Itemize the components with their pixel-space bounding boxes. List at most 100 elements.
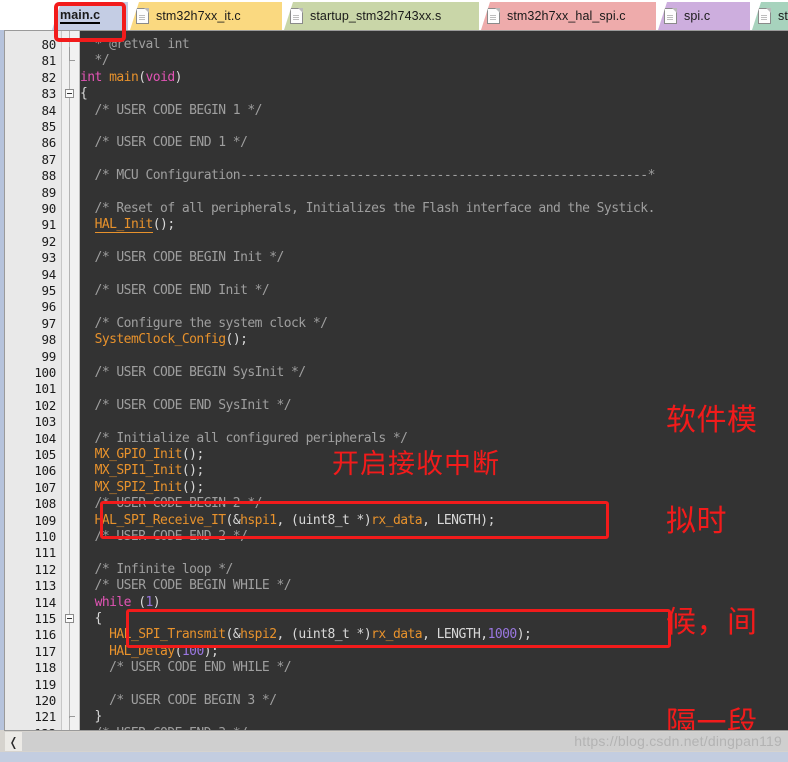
fold-end-marker <box>69 716 75 719</box>
code-token: /* Reset of all peripherals, Initializes… <box>80 201 656 216</box>
line-number: 106 <box>34 463 56 479</box>
line-number: 97 <box>41 315 57 331</box>
code-token: /* USER CODE END Init */ <box>80 283 270 298</box>
file-icon <box>758 8 771 24</box>
code-token: /* USER CODE END 2 */ <box>80 529 248 544</box>
code-token: HAL_Delay <box>109 643 175 659</box>
code-token: uint8_t <box>298 627 350 643</box>
line-number: 85 <box>41 119 57 134</box>
code-line: /* USER CODE END Init */ <box>80 283 270 299</box>
code-line: */ <box>80 53 110 69</box>
code-token: HAL_SPI_Receive_IT <box>94 512 227 528</box>
code-line: { <box>80 86 88 102</box>
line-number: 89 <box>41 184 57 200</box>
annotation-note-right-column: 软件模 拟时 候，间 隔一段 时间， 否则导 致从机 com8 挂掉 <box>666 337 758 762</box>
code-token: (); <box>181 447 204 462</box>
code-line: /* USER CODE BEGIN 3 */ <box>80 693 277 709</box>
code-token: ); <box>516 627 532 643</box>
file-icon <box>136 8 149 24</box>
code-token: 1000 <box>487 627 518 643</box>
tab-label: main.c <box>60 8 101 24</box>
tab-label: st <box>778 9 788 23</box>
code-token: * @retval int <box>80 37 190 52</box>
code-token: (); <box>225 332 248 348</box>
code-folding-column[interactable] <box>62 31 80 730</box>
code-line: /* USER CODE BEGIN WHILE */ <box>80 578 292 594</box>
code-token: /* MCU Configuration--------------------… <box>80 168 656 184</box>
code-line: /* USER CODE BEGIN SysInit */ <box>80 365 307 381</box>
code-token: ( <box>138 69 146 85</box>
line-number: 86 <box>41 135 57 151</box>
tab-spi-c[interactable]: spi.c <box>658 2 750 30</box>
code-token: /* Initialize all configured peripherals… <box>80 430 408 446</box>
code-line: /* Infinite loop */ <box>80 562 234 578</box>
code-line: } <box>80 709 103 725</box>
code-token: LENGTH <box>436 627 481 643</box>
code-token: , <box>480 627 488 643</box>
code-token: , ( <box>276 512 299 528</box>
code-token: 100 <box>181 643 204 659</box>
code-token: /* USER CODE BEGIN Init */ <box>80 250 285 266</box>
code-editor-window: main.c stm32h7xx_it.c startup_stm32h743xx.… <box>0 0 788 762</box>
line-number: 113 <box>34 578 56 594</box>
fold-toggle-icon[interactable] <box>65 614 74 623</box>
code-token: rx_data <box>371 627 423 643</box>
line-number: 93 <box>41 250 57 266</box>
code-line: while (1) <box>80 594 161 611</box>
code-token: hspi2 <box>240 627 277 643</box>
code-line: HAL_SPI_Transmit(&hspi2, (uint8_t *)rx_d… <box>80 627 532 643</box>
code-token: MX_SPI2_Init <box>94 479 183 495</box>
code-line: HAL_SPI_Receive_IT(&hspi1, (uint8_t *)rx… <box>80 512 496 529</box>
line-number: 105 <box>34 447 56 462</box>
file-icon <box>664 8 677 24</box>
code-token: main <box>109 69 139 85</box>
tab-main-c[interactable]: main.c <box>52 2 128 30</box>
code-token: while <box>94 594 132 610</box>
tab-startup-stm32h743xx-s[interactable]: startup_stm32h743xx.s <box>284 2 479 30</box>
code-token: ); <box>480 512 495 528</box>
code-line: MX_SPI1_Init(); <box>80 463 205 479</box>
line-number: 104 <box>34 430 56 446</box>
line-number: 96 <box>41 299 57 315</box>
code-token: rx_data <box>371 512 423 528</box>
code-token: } <box>80 709 103 725</box>
line-number: 111 <box>34 545 56 561</box>
code-line: /* MCU Configuration--------------------… <box>80 168 656 184</box>
scroll-left-arrow-icon[interactable]: ❬ <box>5 732 22 751</box>
code-token: */ <box>80 53 110 69</box>
line-number: 80 <box>41 37 57 52</box>
tab-label: startup_stm32h743xx.s <box>310 9 442 23</box>
code-token: , <box>422 627 437 643</box>
line-number: 116 <box>34 627 56 643</box>
line-number: 117 <box>34 643 56 659</box>
tab-stm32h7xx-hal-spi-c[interactable]: stm32h7xx_hal_spi.c <box>481 2 656 30</box>
line-number: 88 <box>41 168 57 184</box>
line-number: 114 <box>34 594 56 610</box>
code-token: SystemClock_Config <box>94 332 227 348</box>
watermark-text: https://blog.csdn.net/dingpan119 <box>574 733 782 749</box>
code-line: int main(void) <box>80 70 182 86</box>
code-token: int <box>80 69 102 85</box>
code-token: /* USER CODE END SysInit */ <box>80 397 292 413</box>
tab-stm32h7xx-it-c[interactable]: stm32h7xx_it.c <box>130 2 282 30</box>
line-number: 100 <box>34 365 56 380</box>
fold-toggle-icon[interactable] <box>65 89 74 99</box>
code-token: { <box>80 86 88 102</box>
annotation-note-receive-interrupt: 开启接收中断 <box>332 449 500 480</box>
line-number: 83 <box>41 86 57 102</box>
file-icon <box>290 8 303 24</box>
line-number: 109 <box>34 512 56 528</box>
tab-label: stm32h7xx_hal_spi.c <box>507 9 626 23</box>
code-line: /* Configure the system clock */ <box>80 316 328 332</box>
line-number-gutter: 80 81 82 83 84 85 86 87 88 89 90 91 92 93 94 95 96 97 98 99… <box>5 31 62 741</box>
code-token: /* USER CODE BEGIN SysInit */ <box>80 365 307 380</box>
code-line: MX_GPIO_Init(); <box>80 447 205 463</box>
code-line: /* USER CODE BEGIN 1 */ <box>80 103 263 119</box>
code-token: (); <box>152 217 175 233</box>
code-line: SystemClock_Config(); <box>80 332 248 348</box>
line-number: 91 <box>41 217 57 233</box>
code-token: uint8_t <box>298 512 350 528</box>
